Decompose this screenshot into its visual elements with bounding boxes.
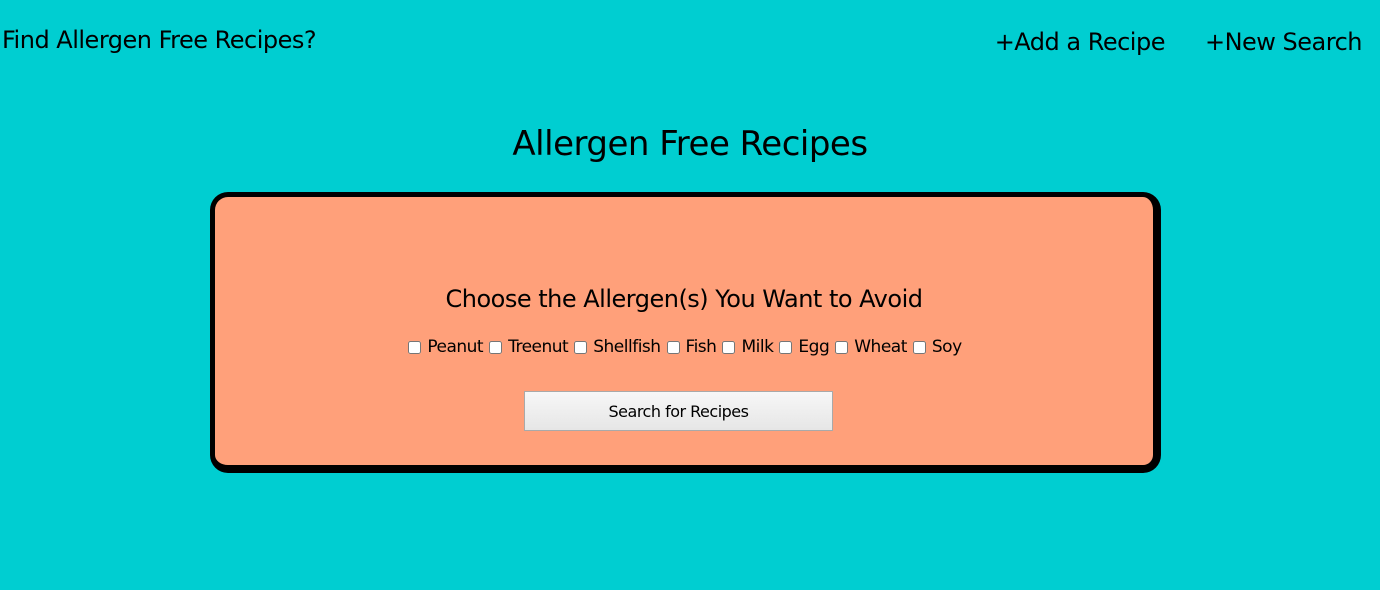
top-nav: +Add a Recipe +New Search: [995, 28, 1363, 56]
page-title: Allergen Free Recipes: [512, 124, 868, 164]
wheat-label: Wheat: [854, 337, 907, 357]
peanut-label: Peanut: [427, 337, 484, 357]
allergen-option-egg[interactable]: Egg: [777, 337, 830, 357]
egg-checkbox[interactable]: [779, 340, 793, 354]
fish-label: Fish: [685, 337, 717, 357]
search-recipes-button[interactable]: Search for Recipes: [524, 391, 833, 431]
panel-heading: Choose the Allergen(s) You Want to Avoid: [445, 285, 923, 313]
milk-label: Milk: [741, 337, 774, 357]
soy-label: Soy: [931, 337, 962, 357]
allergen-option-treenut[interactable]: Treenut: [487, 337, 569, 357]
add-recipe-link[interactable]: +Add a Recipe: [995, 28, 1166, 56]
allergen-option-wheat[interactable]: Wheat: [833, 337, 907, 357]
shellfish-checkbox[interactable]: [574, 340, 588, 354]
wheat-checkbox[interactable]: [835, 340, 849, 354]
allergen-option-shellfish[interactable]: Shellfish: [572, 337, 661, 357]
brand-link[interactable]: Find Allergen Free Recipes?: [2, 26, 317, 54]
allergen-option-peanut[interactable]: Peanut: [406, 337, 484, 357]
treenut-label: Treenut: [508, 337, 569, 357]
soy-checkbox[interactable]: [912, 340, 926, 354]
peanut-checkbox[interactable]: [408, 340, 422, 354]
allergen-option-soy[interactable]: Soy: [911, 337, 962, 357]
allergen-option-fish[interactable]: Fish: [665, 337, 717, 357]
shellfish-label: Shellfish: [593, 337, 661, 357]
milk-checkbox[interactable]: [722, 340, 736, 354]
allergen-option-milk[interactable]: Milk: [720, 337, 774, 357]
treenut-checkbox[interactable]: [489, 340, 503, 354]
search-panel: Choose the Allergen(s) You Want to Avoid…: [210, 192, 1161, 473]
fish-checkbox[interactable]: [666, 340, 680, 354]
allergen-checkbox-list: Peanut Treenut Shellfish Fish Milk Egg W…: [215, 337, 1153, 357]
egg-label: Egg: [798, 337, 830, 357]
new-search-link[interactable]: +New Search: [1205, 28, 1363, 56]
